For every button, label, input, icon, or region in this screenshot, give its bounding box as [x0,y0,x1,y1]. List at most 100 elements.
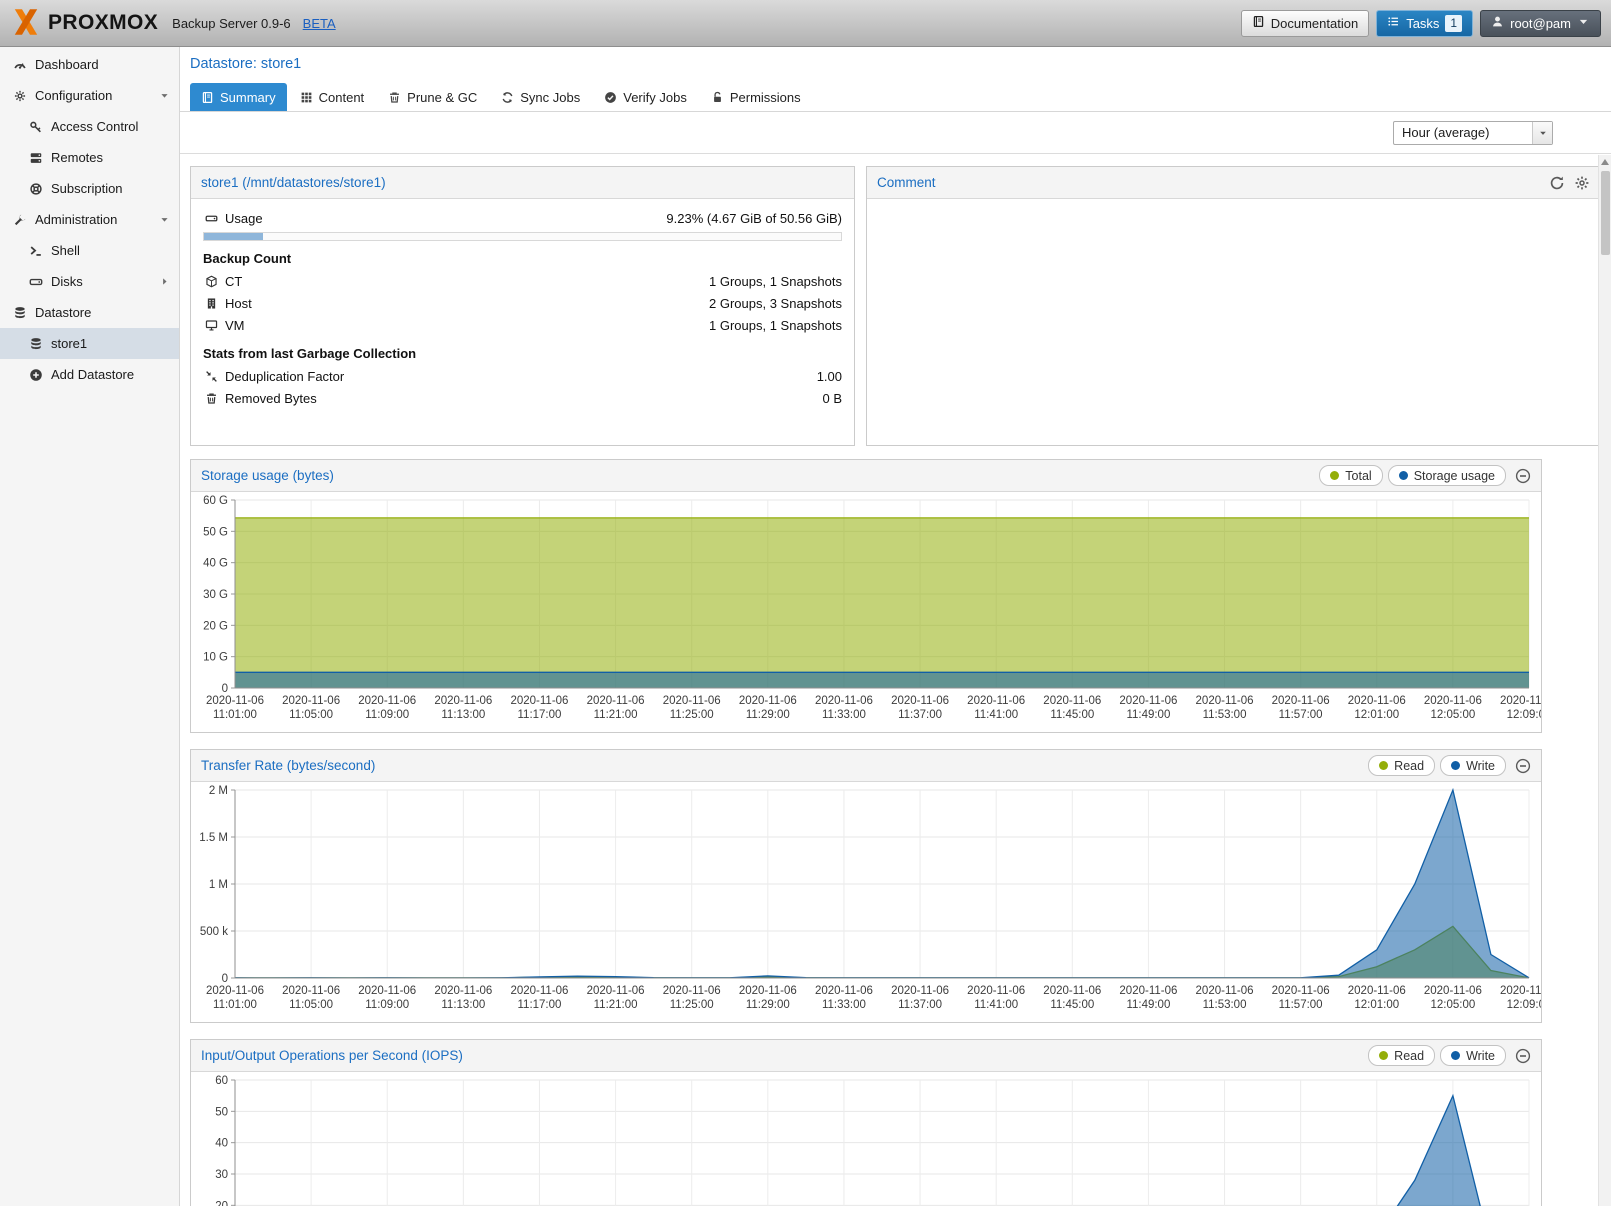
legend-item-write[interactable]: Write [1440,755,1506,776]
comment-panel-body[interactable] [867,199,1600,215]
sidebar-item-label: Configuration [35,88,112,103]
svg-text:12:05:00: 12:05:00 [1430,709,1475,721]
svg-text:12:09:00: 12:09:00 [1507,709,1541,721]
svg-text:2 M: 2 M [209,785,228,797]
timeframe-value: Hour (average) [1394,125,1532,140]
grid-icon [300,91,313,104]
tab-verify-jobs[interactable]: Verify Jobs [593,83,698,111]
top-header: PROXMOX Backup Server 0.9-6 BETA Documen… [0,0,1611,47]
svg-text:11:25:00: 11:25:00 [670,999,714,1011]
svg-text:2020-11-06: 2020-11-06 [1196,695,1254,707]
usage-progress-fill [204,233,263,240]
proxmox-logo-icon [10,6,42,41]
svg-text:2020-11-06: 2020-11-06 [358,695,416,707]
svg-text:11:05:00: 11:05:00 [289,999,333,1011]
sidebar-item-shell[interactable]: Shell [0,235,179,266]
iops-chart: 01020304050602020-11-0611:01:002020-11-0… [191,1072,1541,1206]
scroll-thumb[interactable] [1601,171,1610,255]
legend-item-read[interactable]: Read [1368,755,1435,776]
svg-text:11:09:00: 11:09:00 [365,709,409,721]
hdd-icon [28,275,44,289]
refresh-icon[interactable] [1549,175,1565,191]
legend-item-write[interactable]: Write [1440,1045,1506,1066]
tab-label: Content [319,90,365,105]
legend-dot [1379,761,1388,770]
tasks-button[interactable]: Tasks 1 [1376,10,1473,37]
usage-label: Usage [225,211,263,226]
sidebar-item-disks[interactable]: Disks [0,266,179,297]
transfer-rate-legend: Read Write [1363,755,1506,776]
tab-prune-gc[interactable]: Prune & GC [377,83,488,111]
key-icon [28,120,44,134]
header-actions: Documentation Tasks 1 root@pam [1241,10,1601,37]
sidebar-item-subscription[interactable]: Subscription [0,173,179,204]
timeframe-select[interactable]: Hour (average) [1393,121,1553,145]
main-content: Datastore: store1 Summary Content Prune & … [180,47,1611,1206]
sidebar-item-datastore[interactable]: Datastore [0,297,179,328]
svg-text:2020-11-06: 2020-11-06 [739,985,797,997]
beta-link[interactable]: BETA [303,16,336,31]
collapse-icon[interactable] [1515,758,1531,774]
sidebar-item-dashboard[interactable]: Dashboard [0,49,179,80]
store-summary-panel: store1 (/mnt/datastores/store1) Usage 9.… [190,166,855,446]
sidebar-item-add-datastore[interactable]: Add Datastore [0,359,179,390]
svg-text:11:57:00: 11:57:00 [1279,999,1323,1011]
svg-text:1.5 M: 1.5 M [199,832,228,844]
user-menu-button[interactable]: root@pam [1480,10,1601,37]
caret-down-icon[interactable] [159,90,170,101]
svg-text:2020-11-06: 2020-11-06 [282,985,340,997]
vertical-scrollbar[interactable] [1598,155,1611,1206]
svg-text:2020-11-06: 2020-11-06 [358,985,416,997]
collapse-icon[interactable] [1515,1048,1531,1064]
backup-count-row: VM1 Groups, 1 Snapshots [203,315,842,336]
tab-summary[interactable]: Summary [190,83,287,111]
row-label: Removed Bytes [225,391,317,406]
page-title: Datastore: store1 [190,56,301,72]
scroll-up-arrow[interactable] [1601,159,1609,165]
combo-caret-icon[interactable] [1532,122,1552,144]
iops-chart-header: Input/Output Operations per Second (IOPS… [191,1040,1541,1072]
sidebar-item-store1[interactable]: store1 [0,328,179,359]
legend-label: Write [1466,759,1495,773]
tab-sync-jobs[interactable]: Sync Jobs [490,83,591,111]
toolbar: Hour (average) [180,112,1611,154]
collapse-icon[interactable] [1515,468,1531,484]
sidebar-item-configuration[interactable]: Configuration [0,80,179,111]
legend-item-read[interactable]: Read [1368,1045,1435,1066]
svg-text:11:17:00: 11:17:00 [518,999,562,1011]
tab-permissions[interactable]: Permissions [700,83,812,111]
svg-text:11:33:00: 11:33:00 [822,709,866,721]
cube-icon [203,275,219,288]
sidebar-item-administration[interactable]: Administration [0,204,179,235]
backup-count-rows: CT1 Groups, 1 SnapshotsHost2 Groups, 3 S… [203,271,842,336]
caret-down-icon[interactable] [159,214,170,225]
svg-text:2020-11-06: 2020-11-06 [510,695,568,707]
svg-text:2020-11-06: 2020-11-06 [1119,695,1177,707]
svg-text:2020-11-06: 2020-11-06 [282,695,340,707]
svg-text:11:09:00: 11:09:00 [365,999,409,1011]
backup-count-row: Host2 Groups, 3 Snapshots [203,293,842,314]
compress-icon [203,370,219,383]
store-panel-title: store1 (/mnt/datastores/store1) [201,175,386,190]
comment-panel: Comment [866,166,1601,446]
svg-text:2020-11-06: 2020-11-06 [663,985,721,997]
gear-icon[interactable] [1574,175,1590,191]
legend-item-storage-usage[interactable]: Storage usage [1388,465,1506,486]
lock-icon [711,91,724,104]
sidebar-item-label: Subscription [51,181,123,196]
sidebar-item-access-control[interactable]: Access Control [0,111,179,142]
svg-text:11:49:00: 11:49:00 [1126,709,1170,721]
tab-content[interactable]: Content [289,83,376,111]
svg-text:40 G: 40 G [203,558,228,570]
tasks-label: Tasks [1406,16,1439,31]
caret-right-icon[interactable] [159,276,170,287]
svg-text:11:53:00: 11:53:00 [1203,709,1247,721]
svg-text:2020-11-06: 2020-11-06 [815,695,873,707]
legend-item-total[interactable]: Total [1319,465,1382,486]
book-icon [1252,15,1265,31]
sidebar-item-remotes[interactable]: Remotes [0,142,179,173]
documentation-button[interactable]: Documentation [1241,10,1369,37]
storage-usage-chart-header: Storage usage (bytes) TotalStorage usage [191,460,1541,492]
svg-text:20: 20 [215,1200,228,1206]
iops-chart-panel: Input/Output Operations per Second (IOPS… [190,1039,1542,1206]
